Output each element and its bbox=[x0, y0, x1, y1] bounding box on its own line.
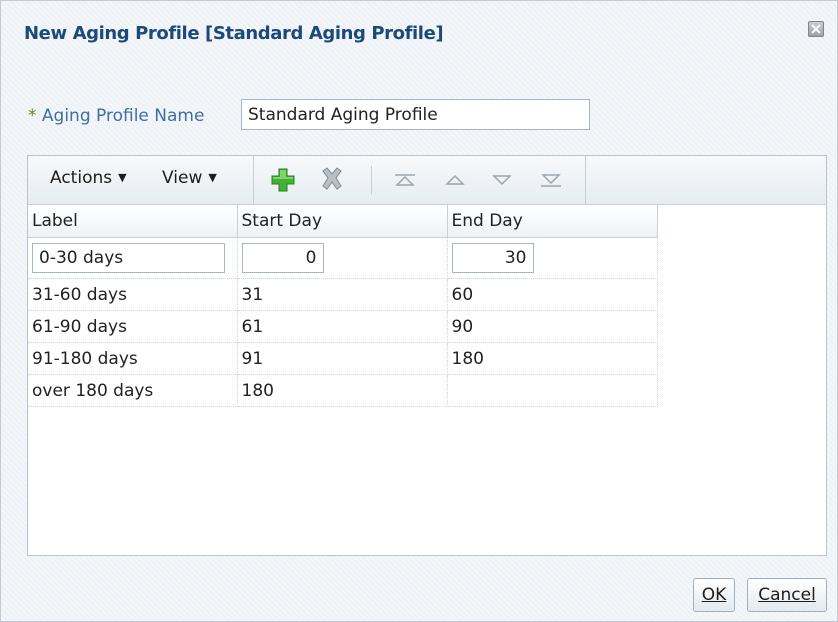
label-cell: over 180 days bbox=[28, 374, 238, 407]
end-day-cell: 90 bbox=[446, 310, 658, 343]
add-icon[interactable] bbox=[268, 166, 298, 194]
end-day-cell: 180 bbox=[446, 342, 658, 375]
end-day-cell: 60 bbox=[446, 278, 658, 311]
end-day-cell bbox=[446, 374, 658, 407]
move-bottom-icon[interactable] bbox=[536, 166, 566, 194]
required-marker: * bbox=[28, 106, 37, 126]
toolbar-divider bbox=[585, 156, 586, 204]
end-day-input[interactable] bbox=[451, 243, 534, 273]
cancel-button[interactable]: Cancel bbox=[747, 578, 827, 612]
chevron-down-icon: ▼ bbox=[118, 171, 127, 184]
view-menu[interactable]: View ▼ bbox=[162, 168, 217, 188]
actions-menu-label: Actions bbox=[50, 168, 113, 188]
profile-name-input[interactable] bbox=[241, 99, 590, 130]
aging-buckets-panel: Actions ▼ View ▼ Label Start Day End Day… bbox=[27, 155, 827, 556]
label-input[interactable] bbox=[32, 243, 225, 273]
start-day-cell: 91 bbox=[236, 342, 448, 375]
grid-area: Label Start Day End Day 0-30 days 0 30 3… bbox=[28, 205, 826, 555]
delete-icon[interactable] bbox=[317, 166, 347, 194]
aging-buckets-table: Label Start Day End Day 0-30 days 0 30 3… bbox=[28, 205, 658, 407]
column-header-label[interactable]: Label bbox=[28, 205, 238, 238]
actions-menu[interactable]: Actions ▼ bbox=[50, 168, 127, 188]
profile-name-label: * Aging Profile Name bbox=[28, 106, 204, 126]
dialog-titlebar: New Aging Profile [Standard Aging Profil… bbox=[1, 1, 837, 71]
table-toolbar: Actions ▼ View ▼ bbox=[28, 156, 826, 205]
toolbar-divider bbox=[371, 166, 372, 194]
column-header-end-day[interactable]: End Day bbox=[446, 205, 658, 238]
view-menu-label: View bbox=[162, 168, 203, 188]
move-down-icon[interactable] bbox=[487, 166, 517, 194]
label-cell: 31-60 days bbox=[28, 278, 238, 311]
label-cell: 61-90 days bbox=[28, 310, 238, 343]
table-header-row: Label Start Day End Day bbox=[28, 205, 658, 238]
start-day-cell: 31 bbox=[236, 278, 448, 311]
profile-name-label-text: Aging Profile Name bbox=[41, 106, 205, 126]
end-day-cell bbox=[446, 237, 658, 279]
dialog-title: New Aging Profile [Standard Aging Profil… bbox=[24, 23, 444, 44]
table-row[interactable]: 91-180 days 91 180 bbox=[28, 342, 658, 375]
start-day-cell bbox=[236, 237, 448, 279]
move-up-icon[interactable] bbox=[440, 166, 470, 194]
table-row[interactable]: over 180 days 180 bbox=[28, 374, 658, 407]
column-header-start-day[interactable]: Start Day bbox=[236, 205, 448, 238]
close-icon[interactable] bbox=[808, 21, 824, 37]
table-row[interactable]: 31-60 days 31 60 bbox=[28, 278, 658, 311]
chevron-down-icon: ▼ bbox=[208, 171, 217, 184]
start-day-input[interactable] bbox=[241, 243, 324, 273]
move-top-icon[interactable] bbox=[390, 166, 420, 194]
ok-button[interactable]: OK bbox=[693, 578, 735, 612]
aging-profile-dialog: New Aging Profile [Standard Aging Profil… bbox=[0, 0, 838, 622]
table-row[interactable] bbox=[28, 237, 658, 279]
table-row[interactable]: 61-90 days 61 90 bbox=[28, 310, 658, 343]
start-day-cell: 61 bbox=[236, 310, 448, 343]
label-cell bbox=[28, 237, 238, 279]
label-cell: 91-180 days bbox=[28, 342, 238, 375]
start-day-cell: 180 bbox=[236, 374, 448, 407]
toolbar-divider bbox=[253, 156, 254, 204]
